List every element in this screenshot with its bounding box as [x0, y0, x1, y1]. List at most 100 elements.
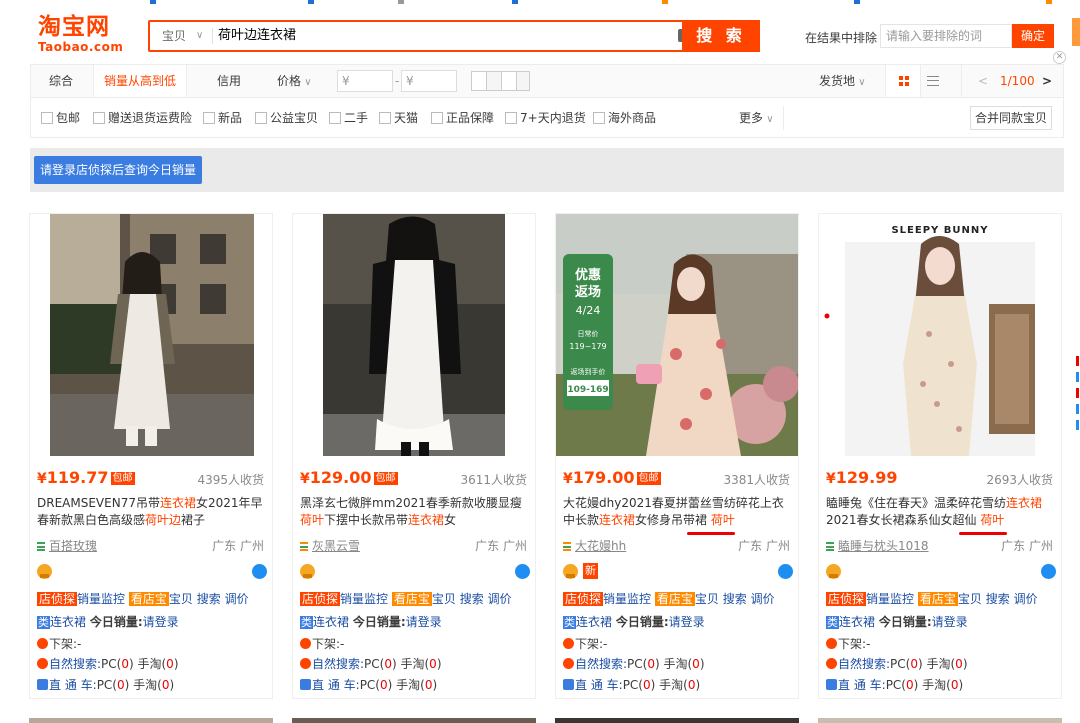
exclude-input[interactable]: 请输入要排除的词 [880, 24, 1012, 48]
ztc-link[interactable]: 直 通 车: [49, 678, 97, 692]
product-card[interactable]: 优惠 返场 4/24 日常价 119~179 返场到手价 109-169 ¥17… [555, 213, 799, 699]
product-title[interactable]: 大花嫚dhy2021春夏拼蕾丝雪纺碎花上衣中长款连衣裙女修身吊带裙 荷叶 [563, 495, 793, 531]
login-link[interactable]: 请登录 [932, 615, 968, 629]
search-link[interactable]: 搜索 [723, 592, 747, 606]
natural-search-link[interactable]: 自然搜索: [575, 657, 627, 671]
ztc-link[interactable]: 直 通 车: [838, 678, 886, 692]
side-panel-tab[interactable] [1072, 18, 1080, 46]
next-page-icon[interactable]: > [1042, 65, 1052, 97]
sort-price[interactable]: 价格 ∨ [277, 65, 312, 97]
sort-credit[interactable]: 信用 [217, 65, 241, 97]
toggle-segment[interactable] [486, 71, 502, 91]
natural-search-link[interactable]: 自然搜索: [49, 657, 101, 671]
natural-search-link[interactable]: 自然搜索: [838, 657, 890, 671]
shop-name: 瞌睡与枕头1018 [838, 539, 929, 553]
shop-link[interactable]: 灰黑云雪 [300, 537, 360, 554]
category-link[interactable]: 连衣裙 [50, 615, 86, 629]
search-link[interactable]: 搜索 [197, 592, 221, 606]
item-link[interactable]: 宝贝 [169, 592, 193, 606]
product-card[interactable]: ¥129.00 包邮 3611人收货 黑泽玄七微胖mm2021春季新款收腰显瘦荷叶… [292, 213, 536, 699]
search-button[interactable]: 搜 索 [682, 20, 760, 52]
product-card[interactable]: SLEEPY BUNNY ¥129.99 2693人收货 瞌睡兔《住在春天》温柔… [818, 213, 1062, 699]
kdb-tag[interactable]: 看店宝 [128, 592, 169, 606]
kdb-tag[interactable]: 看店宝 [917, 592, 958, 606]
list-view-icon[interactable] [927, 76, 939, 86]
taobao-logo[interactable]: 淘宝网 Taobao.com [38, 14, 123, 55]
filter-tmall[interactable]: 天猫 [379, 110, 418, 126]
product-title[interactable]: 瞌睡兔《住在春天》温柔碎花雪纺连衣裙 2021春女长裙森系仙女超仙 荷叶 [826, 495, 1056, 531]
search-link[interactable]: 搜索 [986, 592, 1010, 606]
product-title[interactable]: DREAMSEVEN77吊带连衣裙女2021年早春新款黑白色高级感荷叶边裙子 [37, 495, 267, 531]
toggle-segment[interactable] [501, 71, 517, 91]
price-adjust-link[interactable]: 调价 [1014, 592, 1038, 606]
filter-second-hand[interactable]: 二手 [329, 110, 368, 126]
category-link[interactable]: 连衣裙 [576, 615, 612, 629]
sales-monitor-link[interactable]: 销量监控 [603, 592, 651, 606]
ztc-link[interactable]: 直 通 车: [312, 678, 360, 692]
gold-seller-icon[interactable] [826, 564, 841, 579]
shop-link[interactable]: 百搭玫瑰 [37, 537, 97, 554]
price-adjust-link[interactable]: 调价 [751, 592, 775, 606]
location-filter[interactable]: 发货地 ∨ [819, 65, 866, 97]
ztc-link[interactable]: 直 通 车: [575, 678, 623, 692]
item-link[interactable]: 宝贝 [432, 592, 456, 606]
product-image[interactable] [30, 214, 272, 456]
product-image[interactable]: 优惠 返场 4/24 日常价 119~179 返场到手价 109-169 [556, 214, 798, 456]
grid-view-icon[interactable] [885, 65, 921, 97]
filter-return-insurance[interactable]: 赠送退货运费险 [93, 110, 192, 126]
dzt-tag[interactable]: 店侦探 [300, 592, 341, 606]
sales-monitor-link[interactable]: 销量监控 [866, 592, 914, 606]
exclude-confirm-button[interactable]: 确定 [1012, 24, 1054, 48]
price-adjust-link[interactable]: 调价 [225, 592, 249, 606]
prev-page-icon[interactable]: < [978, 65, 988, 97]
kdb-tag[interactable]: 看店宝 [391, 592, 432, 606]
search-link[interactable]: 搜索 [460, 592, 484, 606]
toggle-segment[interactable] [471, 71, 487, 91]
filter-charity[interactable]: 公益宝贝 [255, 110, 318, 126]
category-link[interactable]: 连衣裙 [313, 615, 349, 629]
filters-more[interactable]: 更多 ∨ [739, 110, 774, 128]
dzt-tag[interactable]: 店侦探 [563, 592, 604, 606]
dzt-tag[interactable]: 店侦探 [37, 592, 78, 606]
category-link[interactable]: 连衣裙 [839, 615, 875, 629]
product-image[interactable]: SLEEPY BUNNY [819, 214, 1061, 456]
wangwang-chat-icon[interactable] [778, 564, 793, 579]
close-icon[interactable]: ✕ [1053, 51, 1066, 64]
filter-overseas[interactable]: 海外商品 [593, 110, 656, 126]
natural-search-link[interactable]: 自然搜索: [312, 657, 364, 671]
login-query-button[interactable]: 请登录店侦探后查询今日销量 [34, 156, 203, 184]
price-min-input[interactable]: ¥ [337, 70, 393, 92]
item-link[interactable]: 宝贝 [695, 592, 719, 606]
shop-link[interactable]: 瞌睡与枕头1018 [826, 537, 929, 554]
wangwang-chat-icon[interactable] [515, 564, 530, 579]
wangwang-chat-icon[interactable] [252, 564, 267, 579]
shop-link[interactable]: 大花嫚hh [563, 537, 626, 554]
login-link[interactable]: 请登录 [143, 615, 179, 629]
item-link[interactable]: 宝贝 [958, 592, 982, 606]
price-adjust-link[interactable]: 调价 [488, 592, 512, 606]
login-link[interactable]: 请登录 [669, 615, 705, 629]
product-title[interactable]: 黑泽玄七微胖mm2021春季新款收腰显瘦荷叶下摆中长款吊带连衣裙女 [300, 495, 530, 531]
filter-7day-return[interactable]: 7+天内退货 [505, 110, 586, 126]
product-card[interactable]: ¥119.77 包邮 4395人收货 DREAMSEVEN77吊带连衣裙女2021… [29, 213, 273, 699]
gold-seller-icon[interactable] [563, 564, 578, 579]
dzt-tag[interactable]: 店侦探 [826, 592, 867, 606]
kdb-tag[interactable]: 看店宝 [654, 592, 695, 606]
search-scope-dropdown[interactable]: 宝贝 ∨ [150, 22, 212, 50]
sales-monitor-link[interactable]: 销量监控 [77, 592, 125, 606]
sort-sales-desc[interactable]: 销量从高到低 [93, 65, 187, 97]
sales-monitor-link[interactable]: 销量监控 [340, 592, 388, 606]
product-image[interactable] [293, 214, 535, 456]
gold-seller-icon[interactable] [37, 564, 52, 579]
search-input[interactable]: 荷叶边连衣裙 [218, 22, 668, 50]
toggle-segment[interactable] [516, 71, 530, 91]
filter-free-shipping[interactable]: 包邮 [41, 110, 80, 126]
price-max-input[interactable]: ¥ [401, 70, 457, 92]
filter-new[interactable]: 新品 [203, 110, 242, 126]
merge-same-items-button[interactable]: 合并同款宝贝 [970, 106, 1052, 130]
login-link[interactable]: 请登录 [406, 615, 442, 629]
wangwang-chat-icon[interactable] [1041, 564, 1056, 579]
sort-comprehensive[interactable]: 综合 [49, 65, 73, 97]
gold-seller-icon[interactable] [300, 564, 315, 579]
filter-authentic[interactable]: 正品保障 [431, 110, 494, 126]
